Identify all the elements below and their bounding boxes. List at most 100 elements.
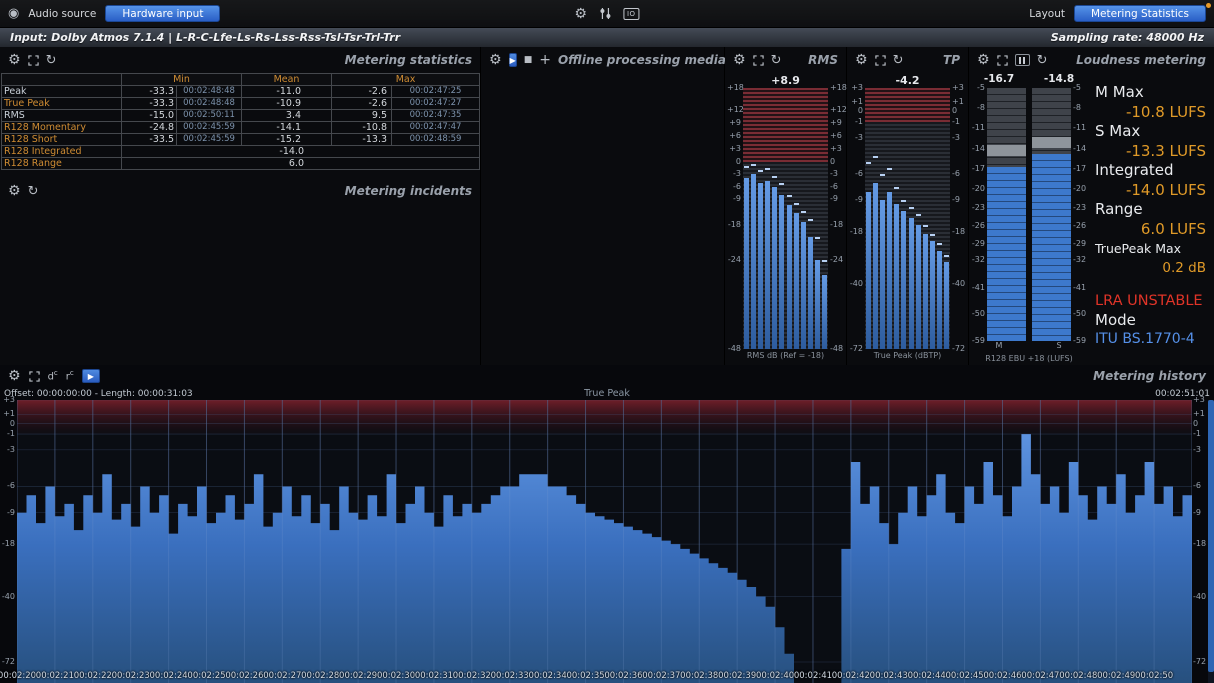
axis-tick-label: -17 <box>971 165 985 173</box>
tp-max-readout: -4.2 <box>847 73 968 88</box>
history-toolbar: ⚙ dc rc ▶ Metering history <box>0 365 1214 387</box>
meter-peak-mark <box>765 168 770 170</box>
axis-tick-label: -6 <box>830 183 844 191</box>
panel-title: Metering statistics <box>345 53 472 67</box>
add-media-button[interactable]: + <box>539 53 551 67</box>
play-button[interactable]: ▶ <box>82 369 100 383</box>
axis-tick-label: -6 <box>849 170 863 178</box>
meter-peak-mark <box>930 234 935 236</box>
time-tick-label: 00:02:46 <box>983 671 1021 681</box>
axis-tick-label: +12 <box>727 106 741 114</box>
stats-row: R128 Momentary-24.800:02:45:59-14.1-10.8… <box>2 122 480 134</box>
routing-sliders-icon[interactable] <box>598 7 612 20</box>
settings-icon[interactable]: ⚙ <box>733 53 746 67</box>
empty-header-cell <box>2 74 122 86</box>
time-tick-label: 00:02:26 <box>225 671 263 681</box>
time-tick-label: 00:02:33 <box>491 671 529 681</box>
meter-bar <box>758 183 763 349</box>
vertical-scrollbar[interactable] <box>1208 400 1214 683</box>
meter-peak-mark <box>894 187 899 189</box>
reset-icon[interactable]: ↻ <box>771 54 782 67</box>
axis-tick-label: -18 <box>727 221 741 229</box>
axis-tick-label: -1 <box>7 430 15 438</box>
settings-icon[interactable]: ⚙ <box>8 369 21 383</box>
settings-icon[interactable]: ⚙ <box>489 53 502 67</box>
meter-bar <box>916 225 921 349</box>
meter-peak-mark <box>909 207 914 209</box>
axis-tick-label: -3 <box>727 170 741 178</box>
settings-icon[interactable]: ⚙ <box>855 53 868 67</box>
status-indicator-dot <box>1206 3 1211 8</box>
meter-bar <box>751 174 756 349</box>
axis-tick-label: +6 <box>830 132 844 140</box>
axis-tick-label: -11 <box>971 124 985 132</box>
expand-icon[interactable] <box>875 55 886 66</box>
time-tick-label: 00:02:49 <box>1097 671 1135 681</box>
hardware-input-button[interactable]: Hardware input <box>105 5 220 22</box>
reset-icon[interactable]: ↻ <box>893 54 904 67</box>
layout-button[interactable]: Layout <box>1029 8 1065 20</box>
time-tick-label: 00:02:47 <box>1021 671 1059 681</box>
top-bar-center: ⚙ IO <box>574 7 639 21</box>
play-button[interactable]: ▶ <box>509 53 517 67</box>
panel-title: Metering incidents <box>345 184 472 198</box>
meter-bar <box>772 187 777 349</box>
lufs-readouts: -16.7 -14.8 <box>969 73 1089 88</box>
loudness-item-label: Integrated <box>1095 161 1206 180</box>
loudness-item-value: -13.3 LUFS <box>1095 141 1206 161</box>
meter-bar <box>944 262 949 349</box>
axis-tick-label: -8 <box>1073 104 1087 112</box>
time-tick-label: 00:02:37 <box>642 671 680 681</box>
axis-tick-label: -32 <box>971 256 985 264</box>
rc-filter-icon[interactable]: rc <box>66 369 74 382</box>
loudness-item-label: Range <box>1095 200 1206 219</box>
stats-cell: -33.3 <box>122 98 177 110</box>
axis-tick-label: -20 <box>1073 185 1087 193</box>
axis-tick-label: +1 <box>3 410 15 418</box>
reset-icon[interactable]: ↻ <box>1037 54 1048 67</box>
settings-icon[interactable]: ⚙ <box>977 53 990 67</box>
axis-tick-label: +9 <box>830 119 844 127</box>
stop-button[interactable]: ■ <box>524 56 533 65</box>
expand-icon[interactable] <box>29 371 40 382</box>
lufs-scale-label: R128 EBU +18 (LUFS) <box>969 352 1089 365</box>
mode-label: Mode <box>1095 311 1206 330</box>
meter-bar <box>923 234 928 349</box>
expand-icon[interactable] <box>753 55 764 66</box>
stats-cell: -15.2 <box>242 134 332 146</box>
axis-tick-label: -59 <box>971 337 985 345</box>
scrollbar-thumb[interactable] <box>1208 400 1214 672</box>
settings-icon[interactable]: ⚙ <box>8 53 21 67</box>
time-tick-label: 00:02:22 <box>74 671 112 681</box>
loudness-metering-panel: ⚙ ↻ Loudness metering -16.7 -14.8 -5-5-8… <box>969 47 1214 365</box>
pause-icon[interactable] <box>1015 54 1030 66</box>
axis-tick-label: -1 <box>849 118 863 126</box>
settings-icon[interactable]: ⚙ <box>574 7 587 21</box>
rms-header: ⚙ ↻ RMS <box>725 47 846 73</box>
axis-tick-label: -18 <box>849 228 863 236</box>
series-label[interactable]: True Peak <box>584 388 630 399</box>
io-config-icon[interactable]: IO <box>623 8 640 20</box>
axis-tick-label: -3 <box>7 446 15 454</box>
time-tick-label: 00:02:28 <box>301 671 339 681</box>
metering-statistics-button[interactable]: Metering Statistics <box>1074 5 1206 22</box>
stats-cell: -33.3 <box>122 86 177 98</box>
history-info-row: Offset: 00:00:00:00 - Length: 00:00:31:0… <box>0 387 1214 400</box>
reset-icon[interactable]: ↻ <box>46 54 57 67</box>
loudness-readout-list: M Max-10.8 LUFSS Max-13.3 LUFSIntegrated… <box>1089 73 1214 365</box>
axis-tick-label: -18 <box>830 221 844 229</box>
time-axis: 00:02:2000:02:2100:02:2200:02:2300:02:24… <box>17 671 1192 681</box>
settings-icon[interactable]: ⚙ <box>8 184 21 198</box>
reset-icon[interactable]: ↻ <box>28 185 39 198</box>
expand-icon[interactable] <box>28 55 39 66</box>
stats-cell: 00:02:47:35 <box>392 110 480 122</box>
stats-cell: 00:02:47:25 <box>392 86 480 98</box>
axis-tick-label: -6 <box>952 170 966 178</box>
history-chart[interactable] <box>17 400 1192 683</box>
stats-cell: 6.0 <box>122 158 480 170</box>
dc-offset-icon[interactable]: dc <box>48 369 58 382</box>
axis-tick-label: +18 <box>727 84 741 92</box>
lufs-track <box>987 88 1071 341</box>
expand-icon[interactable] <box>997 55 1008 66</box>
stats-cell: 3.4 <box>242 110 332 122</box>
